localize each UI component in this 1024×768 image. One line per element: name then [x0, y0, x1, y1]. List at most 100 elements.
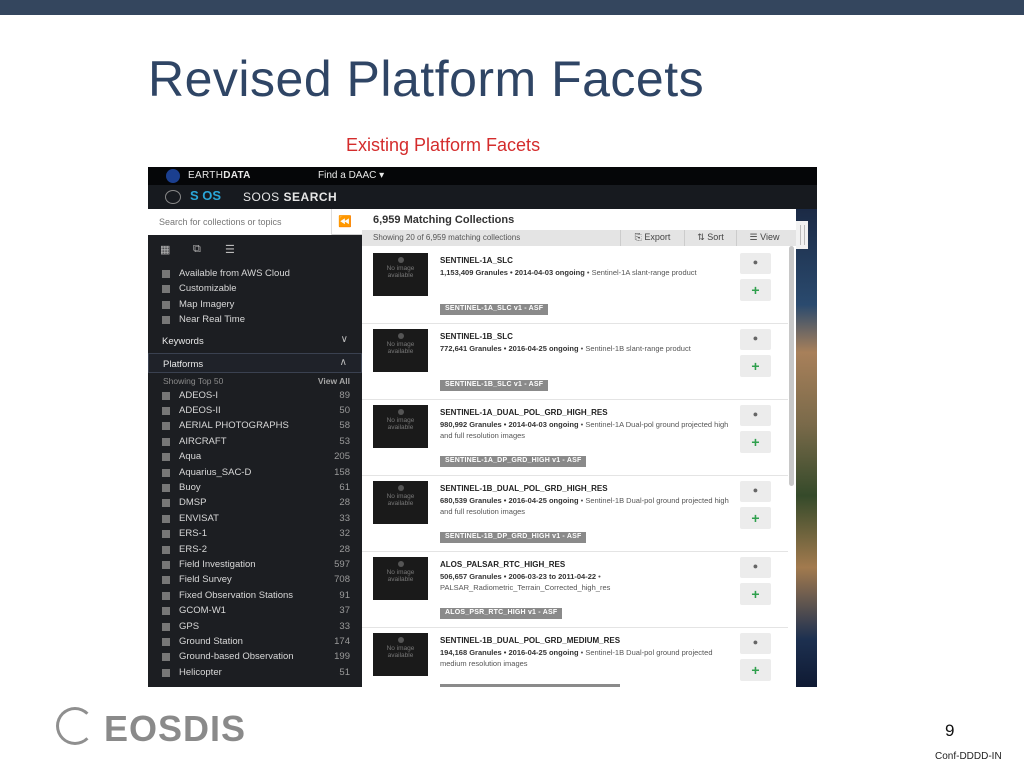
sort-button[interactable]: ⇅ Sort [684, 230, 736, 246]
facet-item[interactable]: AERIAL PHOTOGRAPHS 58 [148, 419, 362, 434]
footer-code: Conf-DDDD-IN [935, 751, 1002, 762]
facet-label: AIRCRAFT [179, 435, 227, 447]
checkbox[interactable] [162, 561, 170, 569]
portal-nav: S OS SOOS SEARCH [148, 185, 817, 209]
facet-item[interactable]: GPS 33 [148, 620, 362, 635]
collection-result[interactable]: No image available SENTINEL-1A_SLC 1,153,4… [362, 248, 788, 324]
info-button[interactable]: ● [740, 557, 771, 578]
checkbox[interactable] [162, 422, 170, 431]
plus-icon: + [751, 282, 760, 298]
collection-title[interactable]: SENTINEL-1B_DUAL_POL_GRD_HIGH_RES [440, 484, 608, 493]
checkbox[interactable] [162, 484, 170, 492]
checkbox[interactable] [162, 468, 170, 477]
collection-title[interactable]: SENTINEL-1B_DUAL_POL_GRD_MEDIUM_RES [440, 636, 620, 645]
results-scrollbar[interactable] [789, 246, 794, 486]
checkbox[interactable] [162, 622, 170, 631]
no-image-thumbnail: No image available [373, 253, 428, 296]
facet-item[interactable]: Aqua 205 [148, 450, 362, 465]
earthdata-brand[interactable]: EARTHDATA [188, 170, 251, 181]
facet-item[interactable]: Field Investigation 597 [148, 558, 362, 573]
facet-item[interactable]: Field Survey 708 [148, 573, 362, 588]
facet-item[interactable]: Map Imagery [148, 298, 362, 313]
facet-item[interactable]: DMSP 28 [148, 496, 362, 511]
add-collection-button[interactable]: + [740, 355, 771, 377]
results-list: No image available SENTINEL-1A_SLC 1,153,4… [362, 246, 788, 687]
checkbox[interactable] [162, 514, 170, 523]
crop-icon[interactable]: ⧉ [193, 243, 201, 256]
info-button[interactable]: ● [740, 405, 771, 426]
plus-icon: + [751, 434, 760, 450]
info-button[interactable]: ● [740, 481, 771, 502]
checkbox[interactable] [162, 591, 170, 600]
checkbox[interactable] [162, 668, 170, 677]
checkbox[interactable] [162, 300, 170, 309]
collection-result[interactable]: No image available SENTINEL-1B_DUAL_POL_G… [362, 628, 788, 687]
info-icon: ● [752, 409, 759, 419]
info-button[interactable]: ● [740, 253, 771, 274]
facet-item[interactable]: ADEOS-II 50 [148, 404, 362, 419]
view-button[interactable]: ☰ View [736, 230, 792, 246]
add-collection-button[interactable]: + [740, 279, 771, 301]
plus-icon: + [751, 510, 760, 526]
add-collection-button[interactable]: + [740, 659, 771, 681]
collection-title[interactable]: SENTINEL-1A_DUAL_POL_GRD_HIGH_RES [440, 408, 608, 417]
facet-item[interactable]: ERS-1 32 [148, 527, 362, 542]
checkbox[interactable] [162, 391, 170, 400]
eosdis-logo: EOSDIS [56, 705, 256, 749]
facet-item[interactable]: Helicopter 51 [148, 666, 362, 681]
facet-item[interactable]: ENVISAT 33 [148, 512, 362, 527]
collection-result[interactable]: No image available SENTINEL-1B_DUAL_POL_G… [362, 476, 788, 552]
checkbox[interactable] [162, 499, 170, 508]
collection-title[interactable]: SENTINEL-1B_SLC [440, 332, 513, 341]
facet-count: 50 [339, 405, 350, 416]
checkbox[interactable] [162, 285, 170, 294]
checkbox[interactable] [162, 607, 170, 616]
info-button[interactable]: ● [740, 633, 771, 654]
checkbox[interactable] [162, 407, 170, 415]
checkbox[interactable] [162, 653, 170, 662]
checkbox[interactable] [162, 270, 170, 278]
facet-item[interactable]: Customizable [148, 282, 362, 297]
facet-item[interactable]: Near Real Time [148, 313, 362, 328]
facet-item[interactable]: Buoy 61 [148, 481, 362, 496]
find-daac-dropdown[interactable]: Find a DAAC ▾ [318, 170, 384, 181]
view-all-link[interactable]: View All [318, 376, 350, 386]
facet-count: 61 [339, 482, 350, 493]
add-collection-button[interactable]: + [740, 431, 771, 453]
eraser-icon[interactable]: ⏪ [338, 215, 352, 228]
panel-resize-handle[interactable] [796, 221, 808, 249]
facet-item[interactable]: AIRCRAFT 53 [148, 435, 362, 450]
soos-logo[interactable]: S OS [190, 188, 221, 203]
collection-title[interactable]: ALOS_PALSAR_RTC_HIGH_RES [440, 560, 565, 569]
checkbox[interactable] [162, 530, 170, 539]
add-collection-button[interactable]: + [740, 583, 771, 605]
facet-item[interactable]: ERS-2 28 [148, 543, 362, 558]
checkbox[interactable] [162, 576, 170, 585]
collection-result[interactable]: No image available ALOS_PALSAR_RTC_HIGH_R… [362, 552, 788, 628]
facet-item[interactable]: GCOM-W1 37 [148, 604, 362, 619]
checkbox[interactable] [162, 316, 170, 325]
collection-result[interactable]: No image available SENTINEL-1A_DUAL_POL_G… [362, 400, 788, 476]
facet-item[interactable]: Available from AWS Cloud [148, 267, 362, 282]
platforms-section-toggle[interactable]: Platforms ∧ [148, 352, 362, 373]
checkbox[interactable] [162, 453, 170, 462]
export-button[interactable]: ⎘ Export [620, 230, 684, 246]
facet-item[interactable]: Aquarius_SAC-D 158 [148, 466, 362, 481]
checkbox[interactable] [162, 437, 170, 446]
calendar-icon[interactable]: ▦ [160, 243, 170, 256]
facet-item[interactable]: Ground Station 174 [148, 635, 362, 650]
search-input[interactable] [148, 209, 332, 235]
sliders-icon[interactable]: ☰ [225, 243, 235, 256]
collection-title[interactable]: SENTINEL-1A_SLC [440, 256, 513, 265]
add-collection-button[interactable]: + [740, 507, 771, 529]
facet-item[interactable]: Fixed Observation Stations 91 [148, 589, 362, 604]
map-background[interactable] [796, 209, 817, 687]
checkbox[interactable] [162, 545, 170, 554]
facet-item[interactable]: Ground-based Observation 199 [148, 650, 362, 665]
info-button[interactable]: ● [740, 329, 771, 350]
collection-result[interactable]: No image available SENTINEL-1B_SLC 772,641… [362, 324, 788, 400]
keywords-section-toggle[interactable]: Keywords ∨ [148, 331, 362, 351]
checkbox[interactable] [162, 638, 170, 646]
page-number: 9 [945, 721, 955, 740]
facet-item[interactable]: ADEOS-I 89 [148, 389, 362, 404]
